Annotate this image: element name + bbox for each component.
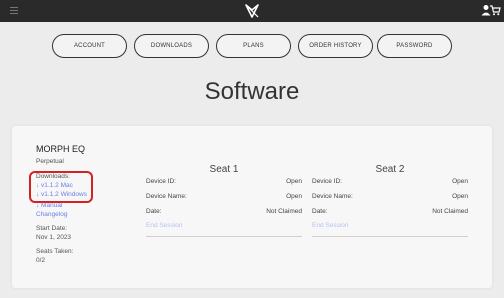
device-id-value: Open bbox=[452, 178, 468, 185]
seat-title: Seat 1 bbox=[209, 164, 239, 175]
nav-order-history-button[interactable]: ORDER HISTORY bbox=[298, 34, 373, 58]
device-id-label: Device ID: bbox=[312, 178, 342, 185]
end-session-button[interactable]: End Session bbox=[312, 222, 349, 229]
seats-taken-label: Seats Taken: bbox=[36, 248, 74, 255]
divider bbox=[146, 236, 302, 237]
seat-2-panel: Seat 2 Device ID: Open Device Name: Open… bbox=[312, 164, 468, 237]
manual-link[interactable]: ↓ Manual bbox=[36, 202, 62, 209]
cart-icon[interactable] bbox=[489, 4, 501, 16]
divider bbox=[312, 236, 468, 237]
end-session-button[interactable]: End Session bbox=[146, 222, 183, 229]
device-id-label: Device ID: bbox=[146, 178, 176, 185]
seat-title: Seat 2 bbox=[375, 164, 405, 175]
date-value: Not Claimed bbox=[266, 208, 302, 215]
device-id-value: Open bbox=[286, 178, 302, 185]
brand-logo-icon[interactable] bbox=[243, 2, 261, 20]
nav-plans-button[interactable]: PLANS bbox=[216, 34, 291, 58]
nav-downloads-button[interactable]: DOWNLOADS bbox=[134, 34, 209, 58]
downloads-highlight bbox=[29, 171, 93, 203]
seats-taken-value: 0/2 bbox=[36, 257, 46, 264]
page-title: Software bbox=[204, 78, 300, 105]
nav-password-button[interactable]: PASSWORD bbox=[377, 34, 452, 58]
product-name: MORPH EQ bbox=[36, 144, 86, 154]
seat-1-panel: Seat 1 Device ID: Open Device Name: Open… bbox=[146, 164, 302, 237]
license-type: Perpetual bbox=[36, 158, 64, 165]
changelog-link[interactable]: Changelog bbox=[36, 211, 67, 218]
date-label: Date: bbox=[146, 208, 162, 215]
top-bar bbox=[0, 0, 504, 22]
date-label: Date: bbox=[312, 208, 328, 215]
device-name-label: Device Name: bbox=[146, 193, 187, 200]
device-name-value: Open bbox=[286, 193, 302, 200]
device-name-label: Device Name: bbox=[312, 193, 353, 200]
nav-account-button[interactable]: ACCOUNT bbox=[52, 34, 127, 58]
hamburger-menu-icon[interactable] bbox=[10, 7, 18, 15]
date-value: Not Claimed bbox=[432, 208, 468, 215]
start-date-label: Start Date: bbox=[36, 225, 68, 232]
start-date-value: Nov 1, 2023 bbox=[36, 234, 72, 241]
account-nav: ACCOUNT DOWNLOADS PLANS ORDER HISTORY PA… bbox=[0, 34, 504, 58]
device-name-value: Open bbox=[452, 193, 468, 200]
